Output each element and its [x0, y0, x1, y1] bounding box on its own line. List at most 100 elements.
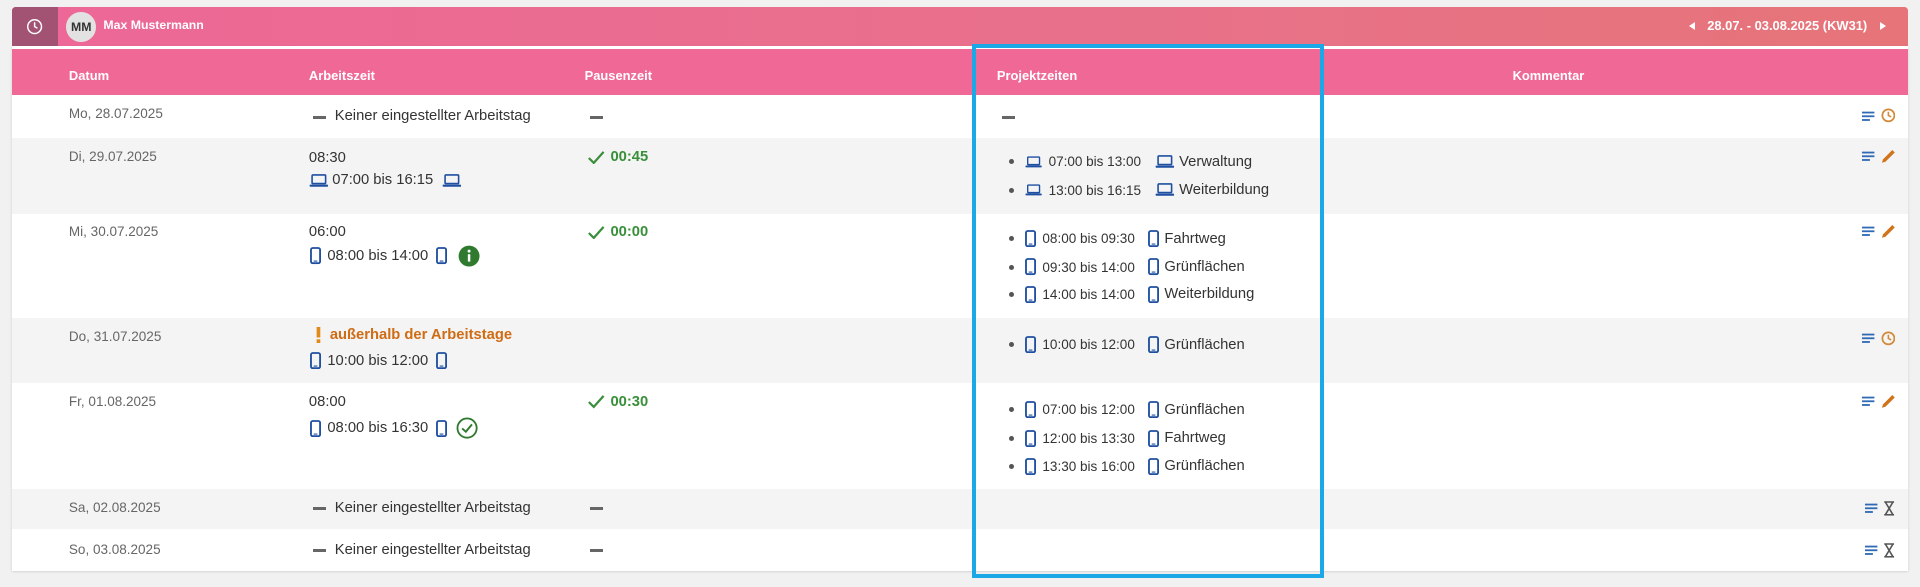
project-time: 13:00 bis 16:15	[1048, 182, 1141, 198]
bullet	[1009, 463, 1015, 469]
bullet	[1009, 159, 1015, 165]
phone-icon	[1148, 258, 1159, 275]
project-entry: 08:00 bis 09:30 Fahrtweg	[1009, 230, 1226, 247]
phone-icon	[436, 352, 447, 369]
previous-week-icon[interactable]	[1689, 21, 1695, 30]
pencil-icon[interactable]	[1881, 224, 1896, 239]
work-range: 10:00 bis 12:00	[327, 352, 429, 369]
phone-icon	[310, 247, 321, 264]
next-week-icon[interactable]	[1879, 21, 1886, 30]
laptop-icon	[1155, 183, 1175, 197]
phone-icon	[436, 420, 447, 437]
project-name: Weiterbildung	[1164, 286, 1255, 303]
user-name: Max Mustermann	[103, 18, 204, 33]
no-workday-text: Keiner eingestellter Arbeitstag	[334, 541, 531, 558]
hourglass-icon[interactable]	[1883, 543, 1895, 558]
phone-icon	[1148, 401, 1159, 418]
row-date: Do, 31.07.2025	[68, 328, 162, 344]
hourglass-icon[interactable]	[1883, 501, 1895, 516]
pause-time: 00:30	[610, 393, 649, 410]
project-time: 07:00 bis 13:00	[1048, 154, 1141, 170]
project-entry: 09:30 bis 14:00 Grünflächen	[1009, 258, 1245, 275]
table-row[interactable]: Do, 31.07.2025 außerhalb der Arbeitstage…	[12, 317, 1908, 383]
column-header-arbeitszeit[interactable]: Arbeitszeit	[309, 68, 375, 83]
project-entry: 10:00 bis 12:00 Grünflächen	[1009, 336, 1245, 353]
notes-icon[interactable]	[1862, 332, 1876, 344]
work-hours: 08:00	[308, 393, 346, 410]
bullet	[1009, 187, 1015, 193]
column-header-projektzeiten[interactable]: Projektzeiten	[997, 68, 1077, 83]
project-name: Grünflächen	[1164, 458, 1245, 475]
laptop-icon	[1025, 184, 1042, 196]
project-name: Fahrtweg	[1164, 430, 1226, 447]
clock-icon[interactable]	[1881, 331, 1896, 346]
bullet	[1009, 435, 1015, 441]
notes-icon[interactable]	[1862, 225, 1876, 237]
row-date: Mo, 28.07.2025	[68, 105, 163, 121]
laptop-icon	[442, 174, 462, 188]
warning-text: außerhalb der Arbeitstage	[329, 327, 513, 344]
info-icon[interactable]	[458, 245, 480, 267]
project-time: 14:00 bis 14:00	[1042, 286, 1135, 302]
table-row[interactable]: Sa, 02.08.2025 Keiner eingestellter Arbe…	[12, 488, 1908, 530]
notes-icon[interactable]	[1862, 110, 1876, 122]
phone-icon	[436, 247, 447, 264]
timesheet-clock-icon[interactable]	[12, 7, 58, 46]
row-date: Sa, 02.08.2025	[68, 499, 161, 515]
week-range: 28.07. - 03.08.2025 (KW31)	[1707, 18, 1868, 34]
project-entry: 12:00 bis 13:30 Fahrtweg	[1009, 430, 1226, 447]
notes-icon[interactable]	[1862, 395, 1876, 407]
warning-icon	[316, 327, 321, 344]
phone-icon	[310, 420, 321, 437]
phone-icon	[1148, 430, 1159, 447]
work-hours: 06:00	[308, 223, 346, 240]
phone-icon	[1025, 401, 1036, 418]
row-date: So, 03.08.2025	[68, 541, 161, 557]
table-row[interactable]: So, 03.08.2025 Keiner eingestellter Arbe…	[12, 529, 1907, 571]
phone-icon	[310, 352, 321, 369]
pencil-icon[interactable]	[1881, 394, 1896, 409]
laptop-icon	[1025, 156, 1042, 168]
project-name: Weiterbildung	[1179, 182, 1270, 199]
top-bar: MM Max Mustermann 28.07. - 03.08.2025 (K…	[12, 7, 1908, 46]
no-workday-text: Keiner eingestellter Arbeitstag	[334, 499, 531, 516]
row-date: Di, 29.07.2025	[68, 148, 157, 164]
table-row[interactable]: Di, 29.07.2025 08:30 07:00 bis 16:15 00:…	[12, 137, 1908, 215]
table-row[interactable]: Mo, 28.07.2025 Keiner eingestellter Arbe…	[12, 95, 1907, 138]
dash-icon	[589, 115, 604, 119]
pause-time: 00:00	[610, 223, 649, 240]
project-name: Grünflächen	[1164, 259, 1245, 276]
project-entry: 07:00 bis 13:00 Verwaltung	[1009, 154, 1252, 170]
row-date: Fr, 01.08.2025	[68, 393, 157, 409]
project-entry: 07:00 bis 12:00 Grünflächen	[1009, 401, 1245, 418]
phone-icon	[1025, 286, 1036, 303]
project-time: 09:30 bis 14:00	[1042, 259, 1135, 275]
timesheet-table: Datum Arbeitszeit Pausenzeit Projektzeit…	[12, 45, 1908, 572]
notes-icon[interactable]	[1862, 150, 1876, 162]
project-time: 12:00 bis 13:30	[1042, 430, 1135, 446]
project-time: 13:30 bis 16:00	[1042, 458, 1135, 474]
notes-icon[interactable]	[1865, 544, 1879, 556]
laptop-icon	[1155, 155, 1175, 169]
column-header-pausenzeit[interactable]: Pausenzeit	[585, 68, 652, 83]
table-row[interactable]: Fr, 01.08.2025 08:00 08:00 bis 16:30 00:…	[12, 383, 1907, 489]
week-navigation: 28.07. - 03.08.2025 (KW31)	[1689, 18, 1886, 33]
table-header: Datum Arbeitszeit Pausenzeit Projektzeit…	[12, 49, 1908, 95]
work-hours: 08:30	[308, 150, 346, 167]
project-entry: 13:00 bis 16:15 Weiterbildung	[1009, 182, 1269, 198]
column-header-kommentar[interactable]: Kommentar	[1513, 68, 1585, 83]
phone-icon	[1025, 458, 1036, 475]
project-time: 07:00 bis 12:00	[1042, 402, 1135, 418]
check-icon	[587, 150, 605, 165]
notes-icon[interactable]	[1865, 502, 1879, 514]
work-range: 07:00 bis 16:15	[332, 172, 434, 189]
table-row[interactable]: Mi, 30.07.2025 06:00 08:00 bis 14:00 00:…	[12, 214, 1907, 317]
bullet	[1009, 342, 1015, 348]
clock-icon[interactable]	[1881, 108, 1896, 123]
phone-icon	[1025, 258, 1036, 275]
column-header-datum[interactable]: Datum	[69, 68, 109, 83]
dash-icon	[589, 548, 604, 552]
pencil-icon[interactable]	[1881, 149, 1896, 164]
laptop-icon	[309, 174, 329, 188]
project-time: 10:00 bis 12:00	[1042, 337, 1135, 353]
